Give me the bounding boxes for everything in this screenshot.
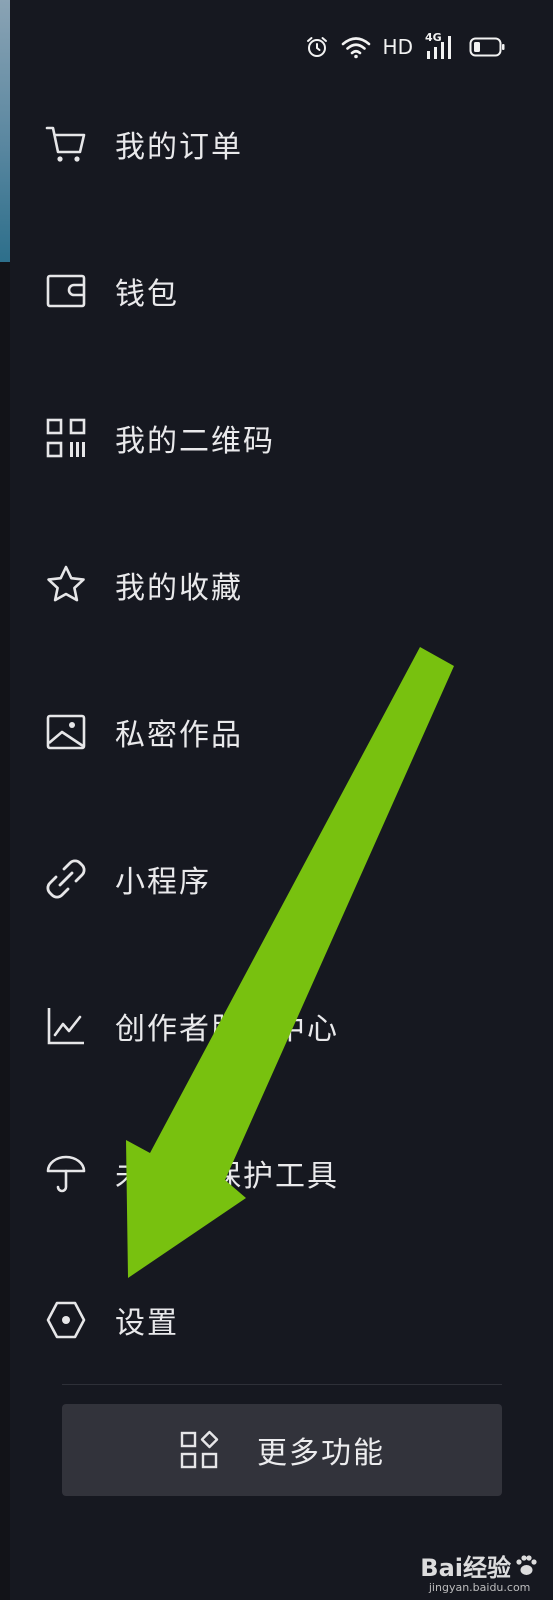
menu-item-orders[interactable]: 我的订单 bbox=[10, 70, 553, 217]
status-bar: HD 4G bbox=[305, 30, 505, 64]
drawer-menu: 我的订单 钱包 我的二维码 我的收藏 私密作品 小程序 创作者服务中心 未成年保… bbox=[10, 70, 553, 1393]
menu-item-minor-protection[interactable]: 未成年保护工具 bbox=[10, 1099, 553, 1246]
umbrella-icon bbox=[46, 1155, 86, 1192]
hexagon-settings-icon bbox=[46, 1301, 86, 1338]
menu-item-creator-center[interactable]: 创作者服务中心 bbox=[10, 952, 553, 1099]
menu-item-label: 我的收藏 bbox=[115, 570, 243, 606]
menu-item-label: 创作者服务中心 bbox=[115, 1011, 339, 1047]
menu-item-wallet[interactable]: 钱包 bbox=[10, 217, 553, 364]
menu-item-label: 我的订单 bbox=[115, 129, 243, 165]
watermark-brand: Bai经验 bbox=[420, 1548, 539, 1583]
wallet-icon bbox=[46, 274, 86, 307]
cart-icon bbox=[45, 126, 86, 162]
menu-item-label: 未成年保护工具 bbox=[115, 1158, 339, 1194]
network-hd-label: HD bbox=[382, 35, 413, 59]
apps-icon bbox=[180, 1430, 219, 1469]
chart-icon bbox=[47, 1007, 84, 1044]
background-photo-edge bbox=[0, 0, 10, 262]
menu-item-label: 小程序 bbox=[115, 864, 211, 900]
divider bbox=[62, 1384, 502, 1385]
qrcode-icon bbox=[46, 418, 86, 457]
menu-item-label: 私密作品 bbox=[115, 717, 243, 753]
side-drawer: HD 4G 我的订单 钱包 我的二维码 我的收藏 私密作品 小程序 创作者服务中… bbox=[10, 0, 553, 1600]
watermark: Bai经验 jingyan.baidu.com bbox=[420, 1548, 539, 1594]
menu-item-label: 钱包 bbox=[115, 276, 179, 312]
menu-item-favorites[interactable]: 我的收藏 bbox=[10, 511, 553, 658]
alarm-icon bbox=[306, 37, 327, 57]
more-features-label: 更多功能 bbox=[257, 1436, 385, 1471]
more-features-button[interactable]: 更多功能 bbox=[62, 1404, 502, 1496]
menu-item-qrcode[interactable]: 我的二维码 bbox=[10, 364, 553, 511]
menu-item-mini-programs[interactable]: 小程序 bbox=[10, 805, 553, 952]
wifi-icon bbox=[341, 37, 370, 59]
menu-item-settings[interactable]: 设置 bbox=[10, 1246, 553, 1393]
menu-item-private-works[interactable]: 私密作品 bbox=[10, 658, 553, 805]
image-icon bbox=[46, 714, 86, 749]
star-icon bbox=[47, 565, 85, 601]
watermark-brand-text: Bai经验 bbox=[420, 1554, 511, 1582]
menu-item-label: 我的二维码 bbox=[115, 423, 275, 459]
link-icon bbox=[46, 859, 86, 898]
paw-icon bbox=[516, 1554, 537, 1575]
menu-item-label: 设置 bbox=[115, 1305, 179, 1341]
battery-icon bbox=[469, 37, 505, 57]
signal-icon: 4G bbox=[425, 31, 457, 61]
watermark-url: jingyan.baidu.com bbox=[428, 1581, 531, 1594]
